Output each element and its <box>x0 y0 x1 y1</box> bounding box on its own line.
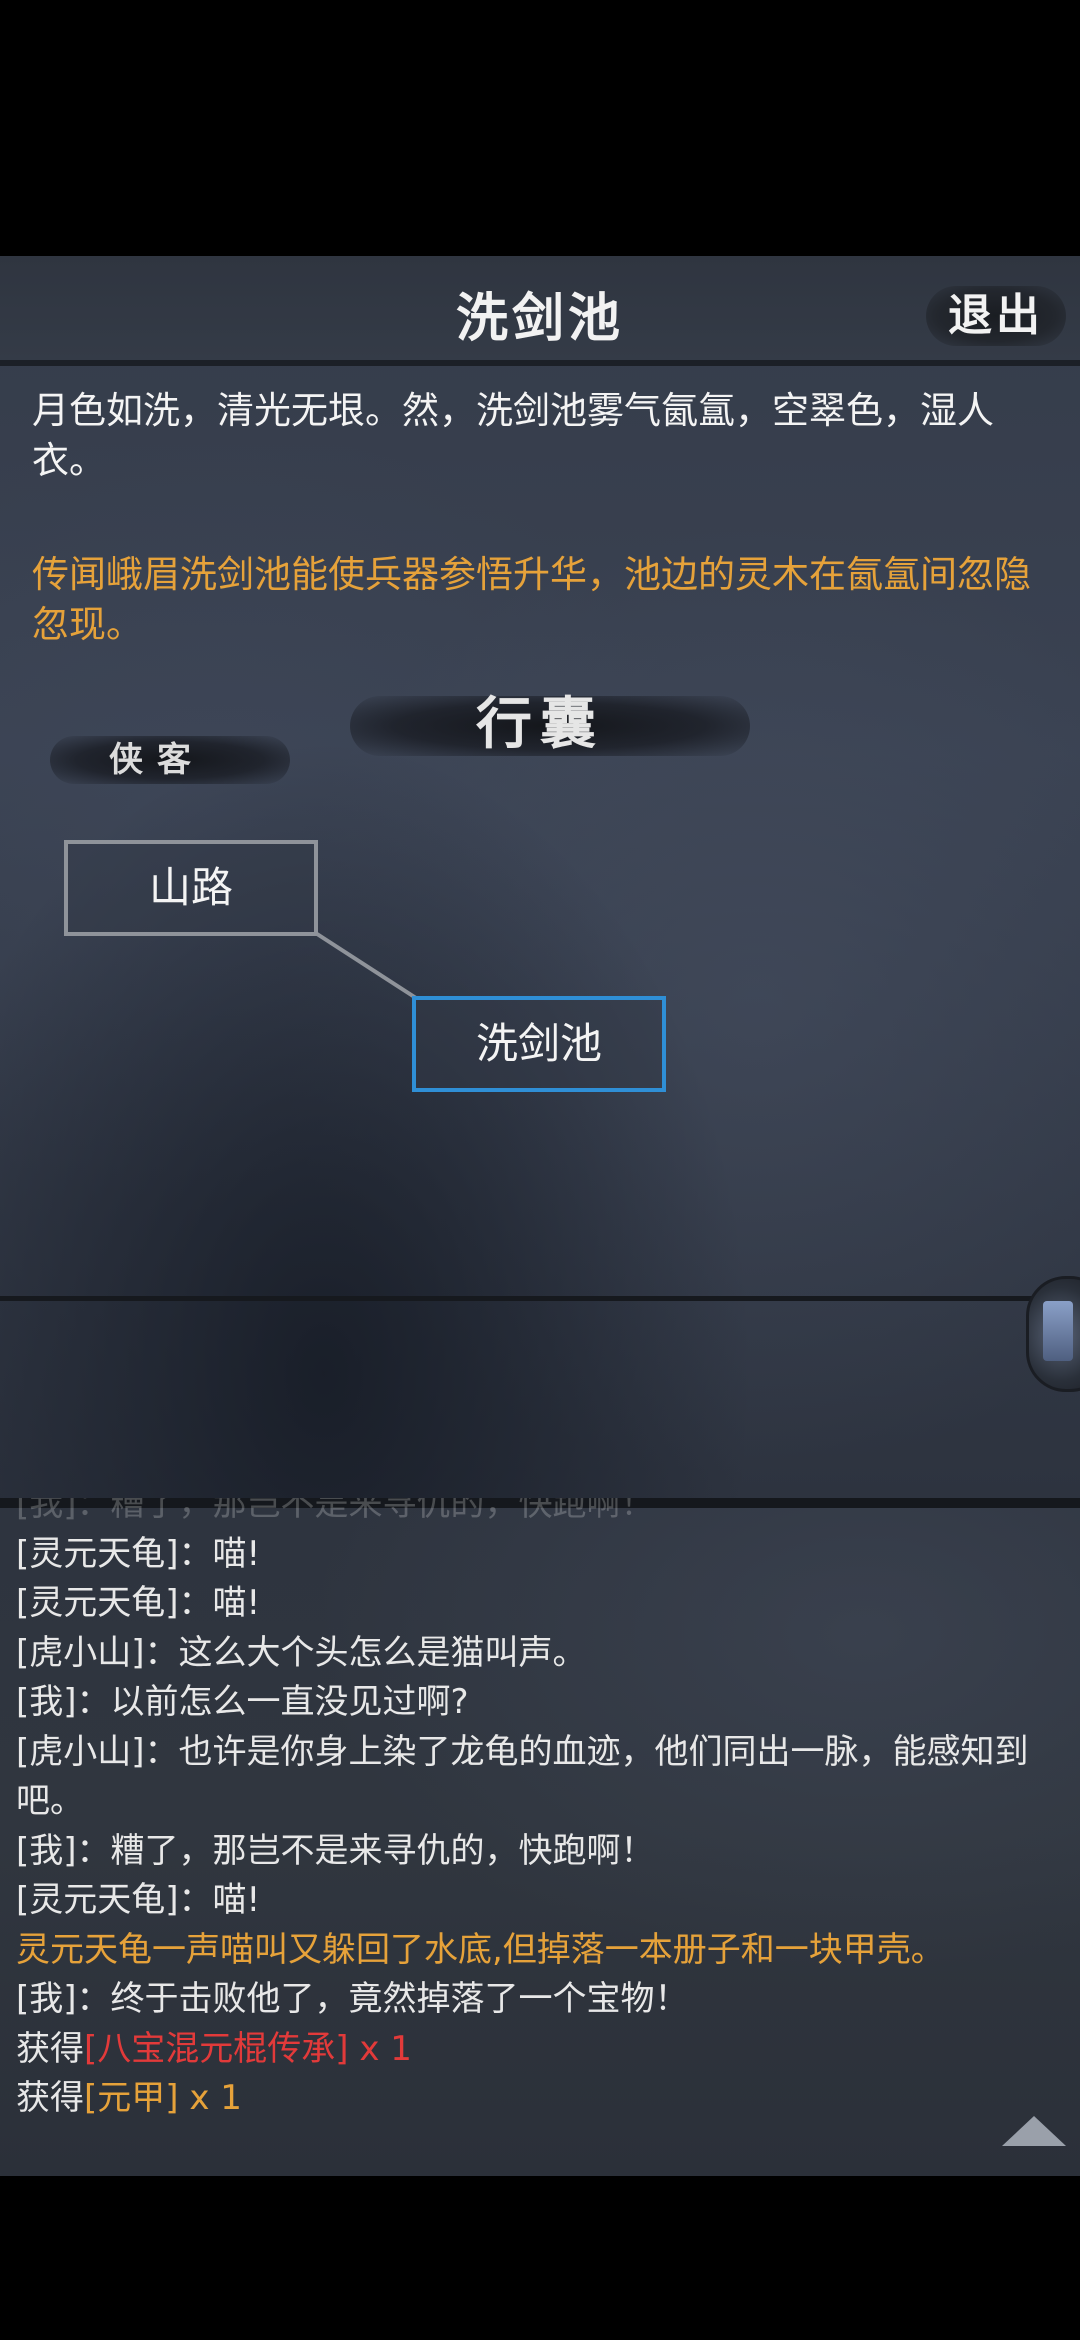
log-line-loot: 获得[八宝混元棍传承] x 1 <box>16 2025 1056 2075</box>
loot-item-rare: [八宝混元棍传承] <box>84 2028 349 2069</box>
scroll-up-icon[interactable] <box>1002 2116 1066 2146</box>
loot-prefix: 获得 <box>16 2028 84 2069</box>
log-line: [灵元天龟]：喵! <box>16 1533 261 1574</box>
log-line: [虎小山]：这么大个头怎么是猫叫声。 <box>16 1632 587 1673</box>
log-line-faded: [我]：糟了，那岂不是来寻仇的，快跑啊！ <box>16 1498 655 1524</box>
log-line: [我]：以前怎么一直没见过啊? <box>16 1682 469 1722</box>
log-line: [灵元天龟]：喵! <box>16 1583 261 1623</box>
loot-item: [元甲] <box>84 2078 179 2118</box>
game-screen: 洗剑池 退出 月色如洗，清光无垠。然，洗剑池雾气氤氲，空翠色，湿人衣。 传闻峨眉… <box>0 0 1080 2340</box>
log-lines: [我]：糟了，那岂不是来寻仇的，快跑啊！ [灵元天龟]：喵! [灵元天龟]：喵!… <box>16 1498 1056 2124</box>
panel-divider <box>0 1296 1080 1301</box>
loot-quantity: x 1 <box>348 2028 412 2069</box>
log-line: [虎小山]：也许是你身上染了龙龟的血迹，他们同出一脉，能感知到吧。 <box>16 1731 1029 1822</box>
map-node-sword-pool[interactable]: 洗剑池 <box>412 996 666 1092</box>
log-line: [我]：糟了，那岂不是来寻仇的，快跑啊！ <box>16 1830 655 1871</box>
loot-prefix: 获得 <box>16 2078 84 2118</box>
map-node-mountain-road[interactable]: 山路 <box>64 840 318 936</box>
message-log[interactable]: [我]：糟了，那岂不是来寻仇的，快跑啊！ [灵元天龟]：喵! [灵元天龟]：喵!… <box>0 1498 1080 2176</box>
log-line-event: 灵元天龟一声喵叫又躲回了水底,但掉落一本册子和一块甲壳。 <box>16 1929 945 1970</box>
scroll-tab-inner <box>1043 1301 1073 1361</box>
scroll-tab-icon[interactable] <box>1026 1276 1080 1392</box>
log-line-victory: [我]：终于击败他了，竟然掉落了一个宝物！ <box>16 1979 689 2019</box>
loot-quantity: x 1 <box>178 2078 242 2118</box>
location-panel: 洗剑池 退出 月色如洗，清光无垠。然，洗剑池雾气氤氲，空翠色，湿人衣。 传闻峨眉… <box>0 256 1080 1498</box>
log-line-loot: 获得[元甲] x 1 <box>16 2074 1056 2124</box>
log-line: [灵元天龟]：喵! <box>16 1880 261 1920</box>
